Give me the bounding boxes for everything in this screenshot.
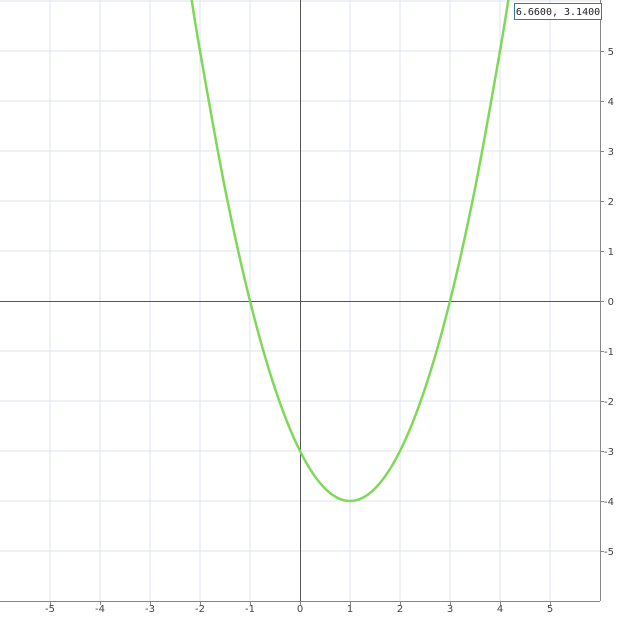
x-tick-label: 1 (347, 604, 353, 615)
x-tick-label: -3 (145, 604, 155, 615)
y-tick-label: 5 (608, 47, 614, 58)
y-tick-label: 3 (608, 147, 614, 158)
y-tick-label: 2 (608, 197, 614, 208)
x-tick-label: -1 (245, 604, 255, 615)
y-tick-label: -1 (604, 347, 614, 358)
plot-area[interactable]: -5 -4 -3 -2 -1 0 1 2 3 4 5 5 4 3 2 1 0 -1 -2 -3 -4 -5 (0, 0, 620, 625)
y-tick-label: -5 (604, 547, 614, 558)
x-tick-label: -2 (195, 604, 205, 615)
x-tick-label: 3 (447, 604, 453, 615)
y-tick-label: 4 (608, 97, 614, 108)
x-tick-label: -5 (45, 604, 55, 615)
coordinate-readout: 6.6600, 3.1400 (514, 3, 602, 20)
x-tick-label: -4 (95, 604, 105, 615)
y-tick-label: -3 (604, 447, 614, 458)
y-tick-label: 1 (608, 247, 614, 258)
x-tick-label: 4 (497, 604, 503, 615)
y-tick-label: -2 (604, 397, 614, 408)
y-tick-labels: 5 4 3 2 1 0 -1 -2 -3 -4 -5 (600, 47, 614, 558)
y-tick-label: 0 (608, 297, 614, 308)
y-tick-label: -4 (604, 497, 614, 508)
axes (0, 0, 601, 602)
x-tick-label: 2 (397, 604, 403, 615)
x-tick-label: 0 (297, 604, 303, 615)
x-tick-labels: -5 -4 -3 -2 -1 0 1 2 3 4 5 (45, 601, 553, 615)
x-tick-label: 5 (547, 604, 553, 615)
